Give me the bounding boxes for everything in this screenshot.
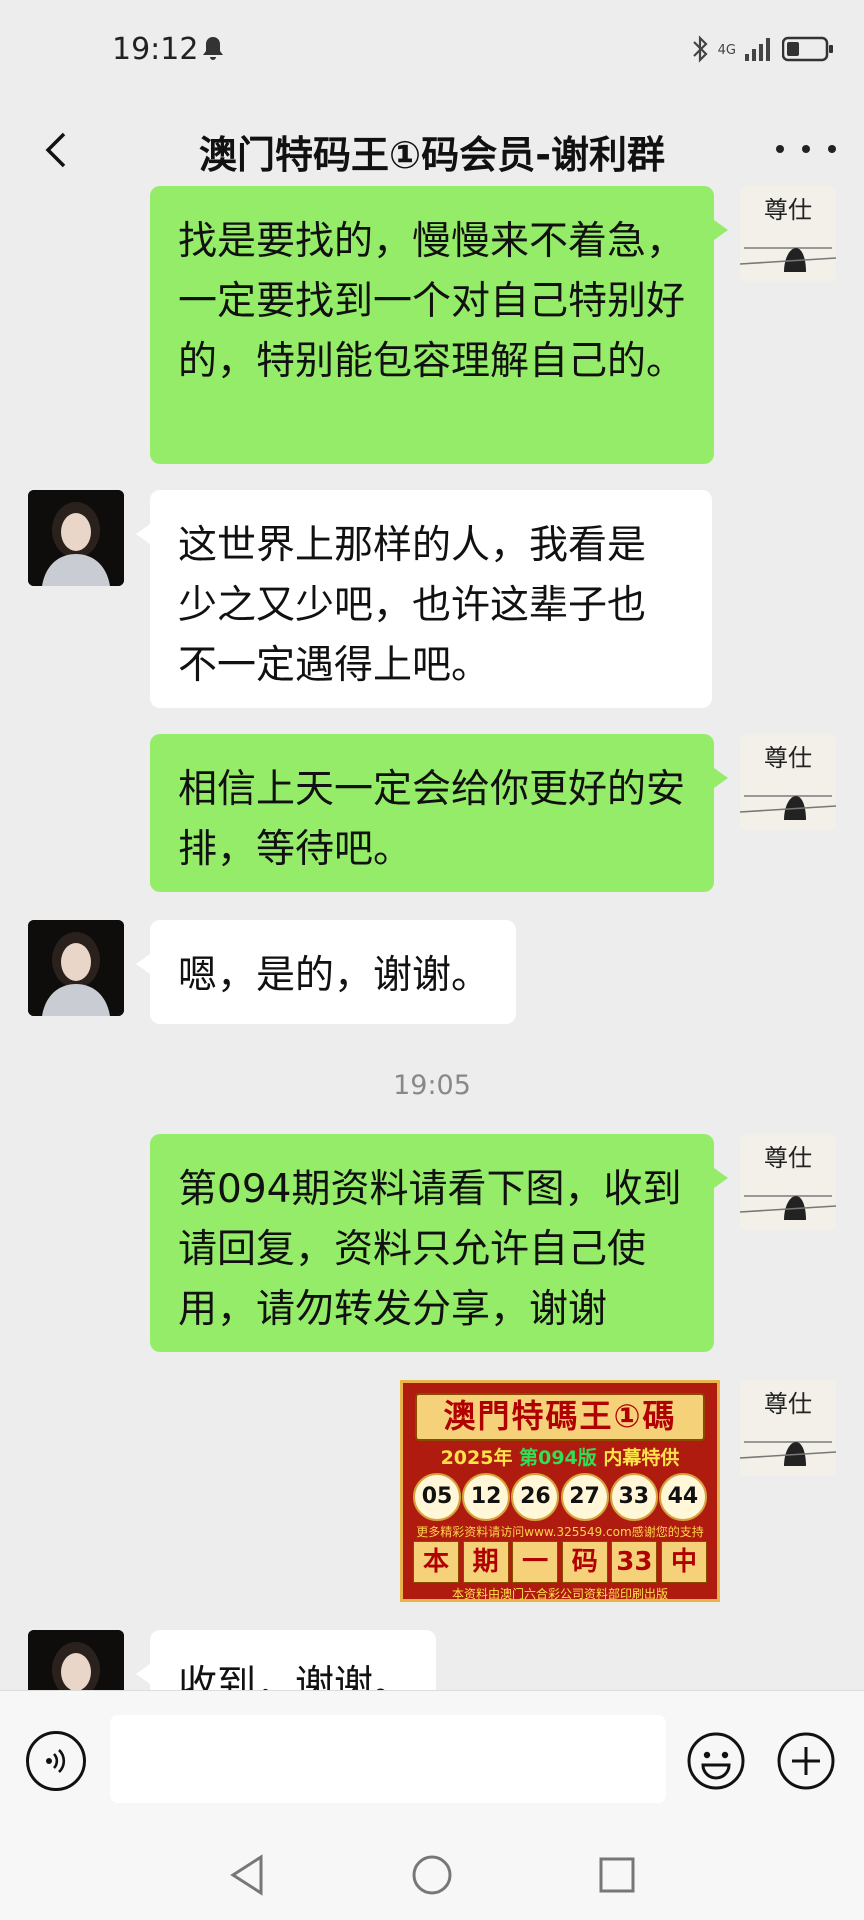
emoji-button[interactable] [686, 1731, 746, 1791]
message-timestamp: 19:05 [393, 1070, 471, 1101]
message-text: 第094期资料请看下图，收到请回复，资料只允许自己使用，请勿转发分享，谢谢 [178, 1167, 682, 1332]
status-icons: 4G [690, 34, 834, 68]
more-functions-button[interactable] [776, 1731, 836, 1791]
contact-avatar[interactable] [28, 920, 124, 1016]
promo-number: 27 [560, 1473, 609, 1521]
voice-input-button[interactable] [26, 1731, 86, 1791]
shared-image-message[interactable]: 澳門特碼王①碼 2025年 第094版 内幕特供 05 12 26 27 33 … [400, 1380, 720, 1602]
input-bar [0, 1690, 864, 1831]
svg-text:尊仕: 尊仕 [764, 1390, 812, 1418]
promo-cell: 本 [413, 1541, 459, 1583]
system-navigation-bar [0, 1830, 864, 1920]
promo-year: 2025年 [440, 1447, 513, 1469]
battery-icon [781, 36, 834, 66]
contact-avatar[interactable] [28, 490, 124, 586]
promo-url-line: 更多精彩资料请访问www.325549.com感谢您的支持 [416, 1525, 704, 1539]
bluetooth-icon [690, 34, 710, 68]
svg-text:尊仕: 尊仕 [764, 1144, 812, 1172]
message-bubble-contact[interactable]: 嗯，是的，谢谢。 [136, 920, 516, 1024]
promo-cell: 中 [660, 1541, 707, 1583]
self-avatar[interactable]: 尊仕 [740, 1380, 836, 1476]
nav-back-button[interactable] [222, 1850, 272, 1900]
more-dot-icon [828, 145, 836, 153]
promo-cell: 期 [462, 1541, 509, 1583]
promo-title: 澳門特碼王①碼 [415, 1393, 705, 1441]
square-recents-icon [599, 1857, 635, 1893]
contact-avatar[interactable] [28, 1630, 124, 1690]
self-avatar[interactable]: 尊仕 [740, 1134, 836, 1230]
self-avatar[interactable]: 尊仕 [740, 734, 836, 830]
promo-subtitle: 2025年 第094版 内幕特供 [403, 1443, 717, 1470]
message-bubble-contact[interactable]: 这世界上那样的人，我看是少之又少吧，也许这辈子也不一定遇得上吧。 [136, 490, 712, 708]
promo-cell: 33 [611, 1541, 658, 1583]
chat-messages[interactable]: 找是要找的，慢慢来不着急，一定要找到一个对自己特别好的，特别能包容理解自己的。 … [0, 180, 864, 1690]
message-text: 相信上天一定会给你更好的安排，等待吧。 [178, 767, 686, 872]
more-dot-icon [776, 145, 784, 153]
network-type-label: 4G [717, 43, 736, 58]
plus-icon [777, 1732, 835, 1790]
promo-tag: 内幕特供 [603, 1447, 680, 1469]
promo-numbers: 05 12 26 27 33 44 [413, 1473, 707, 1521]
promo-number: 44 [658, 1473, 707, 1521]
signal-icon [744, 36, 774, 66]
svg-text:尊仕: 尊仕 [764, 744, 812, 772]
more-options-button[interactable] [776, 134, 836, 164]
notification-bell-icon [202, 36, 224, 64]
triangle-back-icon [230, 1854, 263, 1896]
promo-issue: 第094版 [519, 1447, 597, 1469]
circle-home-icon [412, 1855, 452, 1895]
message-bubble-self[interactable]: 第094期资料请看下图，收到请回复，资料只允许自己使用，请勿转发分享，谢谢 [150, 1134, 728, 1352]
message-bubble-contact[interactable]: 收到，谢谢。 [136, 1630, 436, 1690]
status-bar: 19:12 4G [0, 0, 864, 100]
status-time: 19:12 [112, 32, 199, 67]
message-text: 嗯，是的，谢谢。 [178, 953, 491, 998]
self-avatar[interactable]: 尊仕 [740, 186, 836, 282]
message-bubble-self[interactable]: 找是要找的，慢慢来不着急，一定要找到一个对自己特别好的，特别能包容理解自己的。 [150, 186, 728, 464]
nav-home-button[interactable] [407, 1850, 457, 1900]
promo-number: 05 [413, 1473, 461, 1521]
promo-bottom-row: 本 期 一 码 33 中 [413, 1541, 707, 1583]
message-input[interactable] [110, 1715, 666, 1803]
more-dot-icon [802, 145, 810, 153]
message-text: 这世界上那样的人，我看是少之又少吧，也许这辈子也不一定遇得上吧。 [178, 523, 647, 688]
message-bubble-self[interactable]: 相信上天一定会给你更好的安排，等待吧。 [150, 734, 728, 892]
smiley-icon [687, 1732, 745, 1790]
message-text: 收到，谢谢。 [178, 1663, 413, 1690]
promo-number: 26 [511, 1473, 560, 1521]
promo-number: 33 [609, 1473, 658, 1521]
promo-footer: 本资料由澳门六合彩公司资料部印刷出版 [451, 1587, 668, 1601]
promo-number: 12 [462, 1473, 511, 1521]
promo-cell: 码 [561, 1541, 608, 1583]
nav-recents-button[interactable] [592, 1850, 642, 1900]
svg-text:尊仕: 尊仕 [764, 196, 812, 224]
promo-cell: 一 [512, 1541, 559, 1583]
chat-title: 澳门特码王①码会员-谢利群 [199, 133, 665, 177]
voice-icon [46, 1749, 66, 1773]
message-text: 找是要找的，慢慢来不着急，一定要找到一个对自己特别好的，特别能包容理解自己的。 [178, 219, 686, 384]
